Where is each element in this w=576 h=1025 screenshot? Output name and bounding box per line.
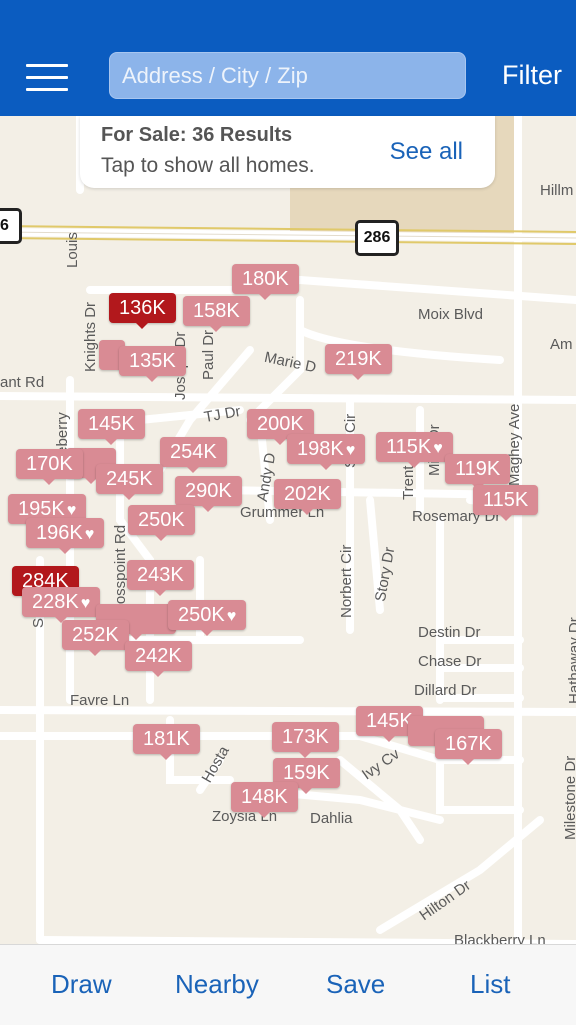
price-pin[interactable]: 167K — [435, 729, 502, 765]
road-label: Louis — [64, 232, 81, 268]
heart-icon: ♥ — [433, 440, 443, 457]
nearby-button[interactable]: Nearby — [175, 969, 259, 1000]
price-pin[interactable]: 250K — [128, 505, 195, 541]
price-pin[interactable]: 170K — [16, 449, 83, 485]
road-label: Hathaway Dr — [566, 617, 576, 704]
price-pin[interactable]: 254K — [160, 437, 227, 473]
results-banner[interactable]: For Sale: 36 Results Tap to show all hom… — [80, 116, 495, 188]
heart-icon: ♥ — [345, 442, 356, 459]
price-pin[interactable]: 243K — [127, 560, 194, 596]
price-pin-favorite[interactable]: 198K ♥ — [287, 434, 366, 470]
price-pin[interactable]: 115K — [473, 485, 539, 521]
price-pin[interactable]: 181K — [133, 724, 200, 760]
list-button[interactable]: List — [470, 969, 510, 1000]
road-label: Blackberry Ln — [454, 932, 546, 944]
map[interactable]: Louis Hillm Knights Dr Joseph Dr Paul Dr… — [0, 116, 576, 944]
price-pin-favorite[interactable]: 228K ♥ — [22, 587, 101, 623]
price-pin[interactable]: 158K — [183, 296, 250, 332]
road-label: Norbert Cir — [338, 544, 355, 618]
road-label: Knights Dr — [82, 301, 99, 372]
heart-icon: ♥ — [84, 526, 95, 543]
price-pin[interactable]: 148K — [231, 782, 298, 818]
road-label: Am — [550, 336, 573, 353]
road-label: ant Rd — [0, 374, 45, 391]
price-pin-selected[interactable]: 136K — [109, 293, 176, 329]
heart-icon: ♥ — [226, 608, 237, 625]
price-pin[interactable]: 245K — [96, 464, 163, 500]
road-label: Favre Ln — [70, 692, 130, 709]
price-pin[interactable]: 252K — [62, 620, 129, 656]
price-pin-favorite[interactable]: 115K ♥ — [376, 432, 453, 468]
see-all-link[interactable]: See all — [390, 138, 463, 166]
price-pin-favorite[interactable]: 196K ♥ — [26, 518, 105, 554]
results-count: For Sale: 36 Results — [101, 124, 293, 146]
road-label: Moix Blvd — [418, 306, 484, 323]
highway-286-shield-left: 86 — [0, 208, 22, 244]
price-pin-favorite[interactable]: 250K ♥ — [168, 600, 247, 636]
road-label: Milestone Dr — [562, 755, 576, 840]
filter-button[interactable]: Filter — [502, 60, 562, 91]
price-pin[interactable]: 180K — [232, 264, 299, 300]
price-pin[interactable]: 119K — [445, 454, 511, 490]
bottom-toolbar: Draw Nearby Save List — [0, 944, 576, 1025]
results-hint: Tap to show all homes. — [101, 154, 315, 177]
price-pin[interactable]: 290K — [175, 476, 242, 512]
highway-286-shield: 286 — [355, 220, 399, 256]
hamburger-menu-icon[interactable] — [26, 60, 70, 94]
price-pin[interactable]: 145K — [78, 409, 145, 445]
price-pin[interactable]: 173K — [272, 722, 339, 758]
road-label: Hillm — [540, 182, 574, 199]
top-bar: Filter — [0, 40, 576, 116]
price-pin[interactable]: 202K — [274, 479, 341, 515]
road-label: Destin Dr — [418, 624, 481, 641]
status-bar — [0, 0, 576, 40]
draw-button[interactable]: Draw — [51, 969, 112, 1000]
save-button[interactable]: Save — [326, 969, 385, 1000]
road-label: Dahlia — [310, 810, 353, 827]
road-label: Dillard Dr — [414, 682, 477, 699]
price-pin[interactable]: 135K — [119, 346, 186, 382]
heart-icon: ♥ — [80, 595, 91, 612]
price-pin[interactable]: 242K — [125, 641, 192, 677]
search-input[interactable] — [109, 52, 466, 99]
heart-icon: ♥ — [66, 502, 77, 519]
price-pin[interactable]: 219K — [325, 344, 392, 380]
road-label: Chase Dr — [418, 653, 482, 670]
road-label: Paul Dr — [200, 329, 217, 380]
